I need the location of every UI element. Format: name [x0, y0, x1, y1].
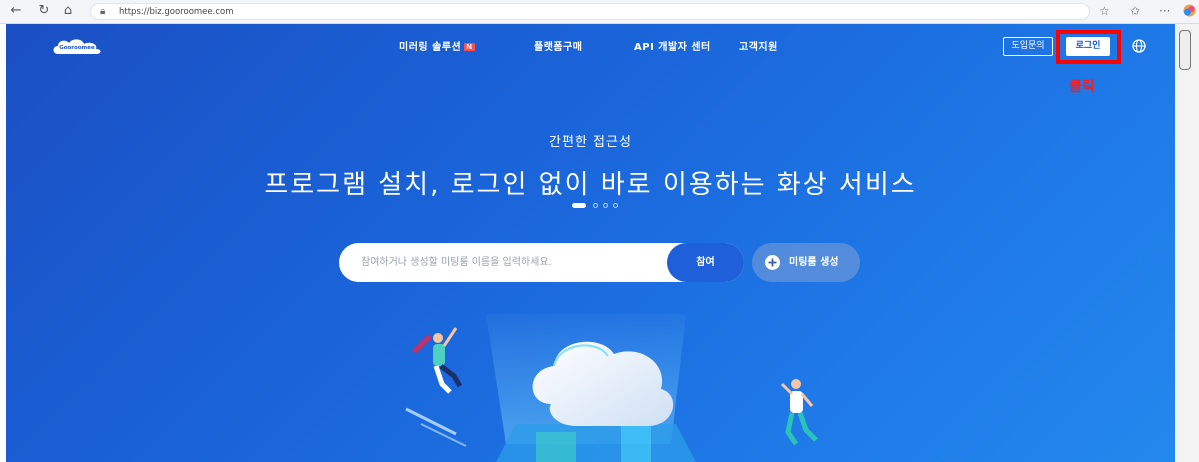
slide-dot-active[interactable]: [572, 203, 586, 208]
join-button[interactable]: 참여: [667, 243, 744, 282]
page-scrollbar[interactable]: [1175, 24, 1199, 462]
nav-label: 고객지원: [739, 42, 778, 53]
hero-title: 프로그램 설치, 로그인 없이 바로 이용하는 화상 서비스: [264, 170, 917, 200]
scrollbar-thumb[interactable]: [1179, 30, 1191, 70]
hero-illustration: [405, 314, 818, 462]
back-arrow-icon[interactable]: ←: [8, 3, 24, 19]
logo-text: Gooroomee: [59, 45, 95, 51]
create-button-label: 미팅룸 생성: [789, 257, 839, 268]
nav-label: 플랫폼구매: [534, 42, 583, 53]
browser-toolbar: ← ↻ ⌂ 🔒︎ https://biz.gooroomee.com ☆ ✩ ·…: [0, 0, 1199, 24]
main-page: Gooroomee 미러링 솔루션 N 플랫폼구매 API 개발자 센터 고객지원…: [6, 24, 1175, 462]
click-highlight-box: [1056, 30, 1121, 64]
globe-icon[interactable]: [1130, 37, 1148, 55]
inquiry-button[interactable]: 도입문의: [1003, 37, 1053, 56]
nav-item-customer-support[interactable]: 고객지원: [739, 38, 778, 53]
slide-dot[interactable]: [613, 203, 618, 208]
meeting-room-input[interactable]: [361, 243, 661, 282]
nav-item-api-developer[interactable]: API 개발자 센터: [634, 38, 711, 53]
platform: [496, 424, 696, 462]
nav-label: API 개발자 센터: [634, 42, 711, 53]
copilot-icon[interactable]: [1183, 4, 1196, 21]
address-bar[interactable]: 🔒︎ https://biz.gooroomee.com: [90, 3, 1090, 20]
create-meeting-room-button[interactable]: 미팅룸 생성: [752, 243, 860, 282]
collections-icon[interactable]: ✩: [1130, 3, 1140, 19]
slide-dot[interactable]: [603, 203, 608, 208]
gooroomee-logo[interactable]: Gooroomee: [50, 36, 104, 58]
lock-icon: 🔒︎: [100, 6, 106, 17]
nav-item-platform-purchase[interactable]: 플랫폼구매: [534, 38, 583, 53]
nav-item-mirroring[interactable]: 미러링 솔루션 N: [399, 38, 475, 53]
slide-dot[interactable]: [593, 203, 598, 208]
person-left-figure: [412, 327, 463, 394]
home-icon[interactable]: ⌂: [60, 3, 76, 19]
url-text: https://biz.gooroomee.com: [119, 7, 234, 17]
nav-label: 미러링 솔루션: [399, 42, 462, 53]
favorite-star-icon[interactable]: ☆: [1099, 3, 1110, 19]
more-icon[interactable]: ···: [1159, 3, 1170, 19]
person-right-figure: [780, 379, 818, 446]
new-badge: N: [464, 43, 475, 51]
plus-circle-icon: [765, 255, 780, 270]
refresh-icon[interactable]: ↻: [36, 3, 52, 19]
click-annotation-label: 클릭: [1069, 79, 1095, 95]
hero-subtitle: 간편한 접근성: [549, 135, 632, 150]
